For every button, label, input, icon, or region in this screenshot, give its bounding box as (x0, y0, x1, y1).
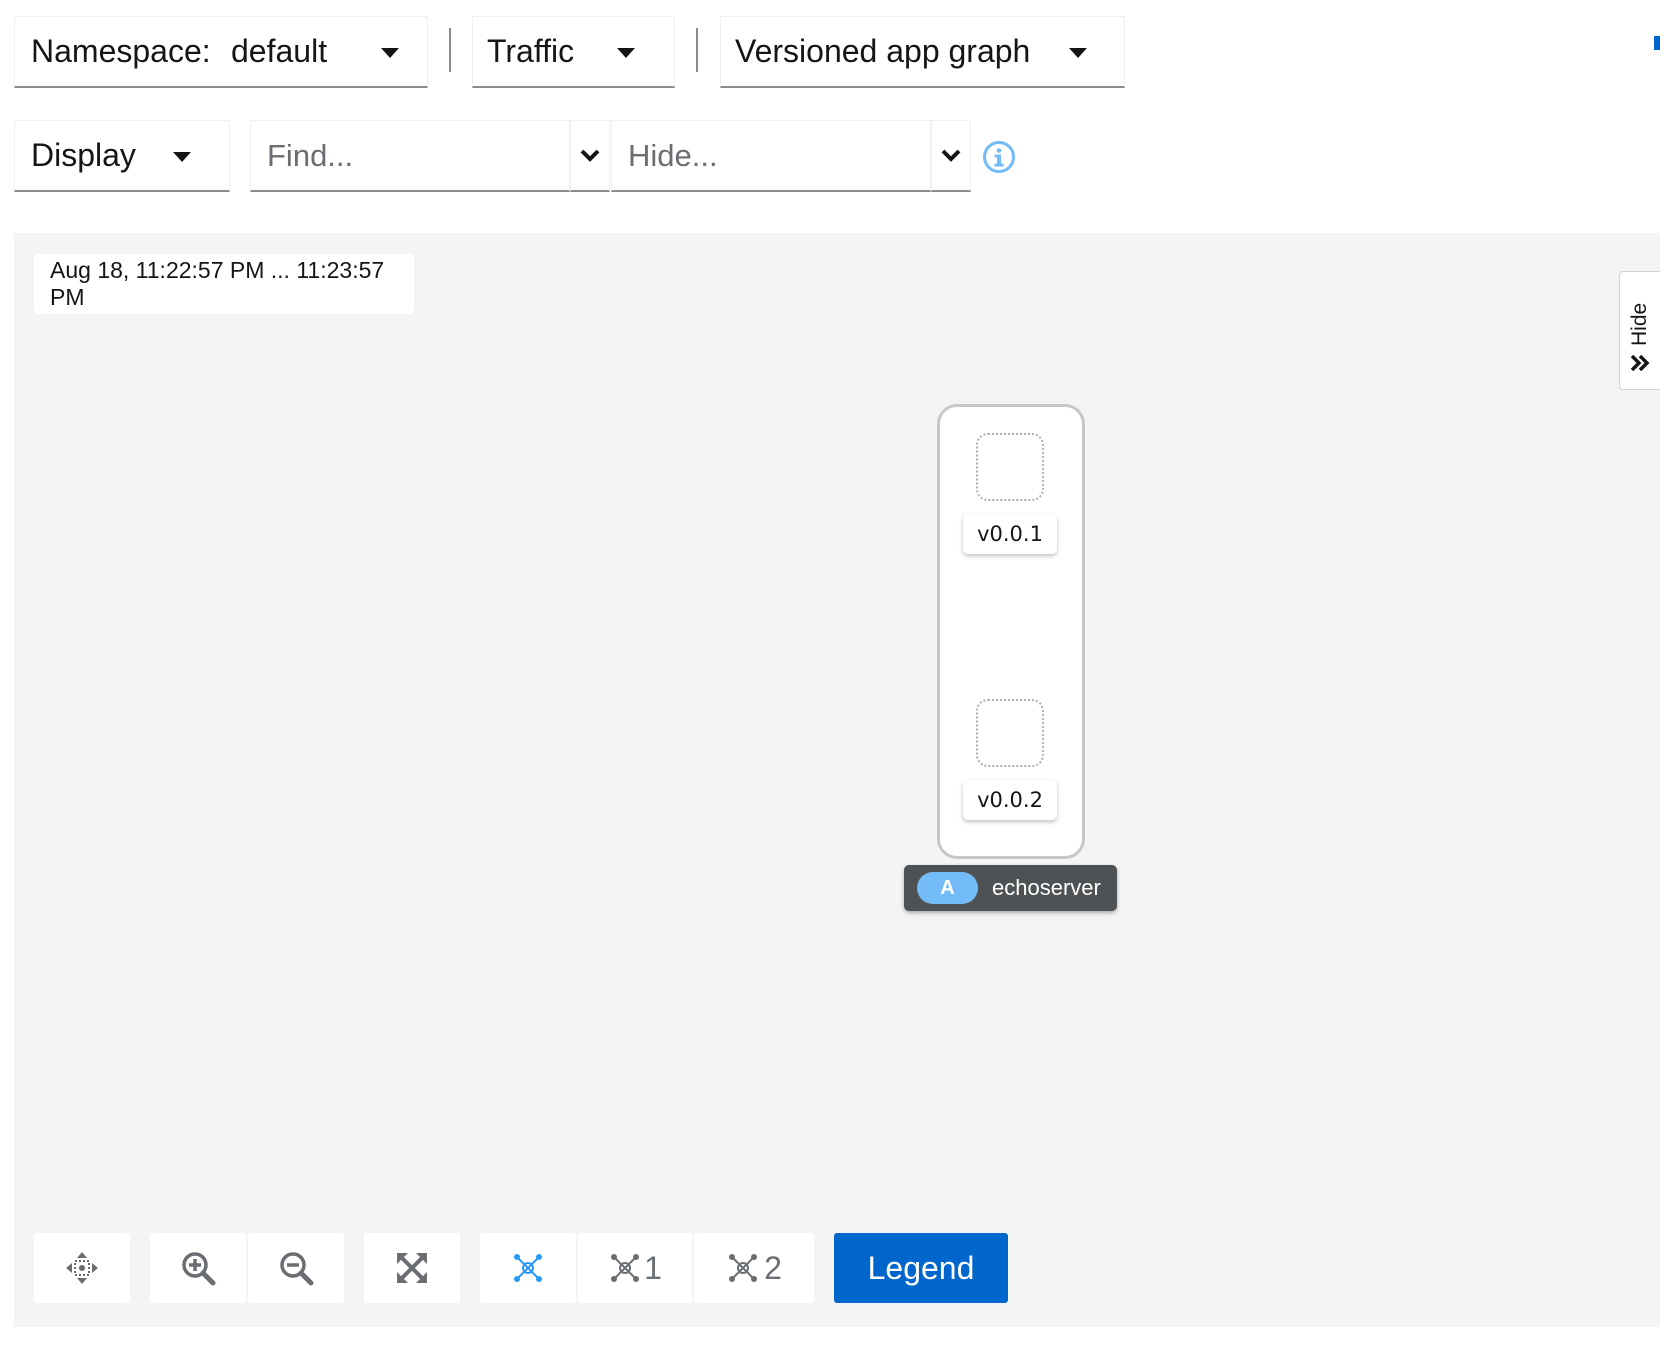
app-badge: A (917, 872, 978, 904)
caret-down-icon (1069, 48, 1087, 58)
version-node-label: v0.0.2 (963, 780, 1057, 820)
page-edge-marker (1654, 36, 1660, 50)
zoom-in-icon (182, 1252, 216, 1286)
app-name: echoserver (992, 875, 1101, 900)
zoom-out-button[interactable] (248, 1233, 344, 1303)
toolbar-separator (696, 28, 698, 72)
pan-button[interactable] (34, 1233, 130, 1303)
graph-canvas[interactable] (14, 233, 1660, 1327)
fit-to-screen-button[interactable] (364, 1233, 460, 1303)
legend-button[interactable]: Legend (834, 1233, 1008, 1303)
namespace-dropdown[interactable]: Namespace: default (14, 16, 428, 88)
layout-1-button[interactable]: 1 (578, 1233, 692, 1303)
version-node-v0.0.2[interactable] (976, 699, 1044, 767)
version-node-v0.0.1[interactable] (976, 433, 1044, 501)
info-icon[interactable] (982, 140, 1016, 174)
display-dropdown[interactable]: Display (14, 120, 230, 192)
topology-icon (729, 1254, 758, 1282)
graph-type-dropdown[interactable]: Versioned app graph (720, 16, 1125, 88)
side-panel-toggle-label: Hide (1628, 302, 1651, 346)
caret-down-icon (173, 152, 191, 162)
layout-default-button[interactable] (480, 1233, 576, 1303)
topology-icon (611, 1254, 640, 1282)
angle-double-right-icon (1630, 354, 1650, 372)
find-options-toggle[interactable] (570, 120, 610, 192)
caret-down-icon (617, 48, 635, 58)
layout-2-button[interactable]: 2 (694, 1233, 814, 1303)
layout-1-label: 1 (644, 1249, 662, 1286)
hide-input[interactable] (611, 120, 931, 192)
namespace-value: default (231, 33, 328, 69)
chevron-down-icon (941, 149, 961, 162)
topology-icon (514, 1254, 542, 1282)
caret-down-icon (381, 48, 399, 58)
side-panel-toggle[interactable]: Hide (1619, 271, 1660, 390)
time-range-label: Aug 18, 11:22:57 PM ... 11:23:57 PM (34, 254, 414, 314)
traffic-dropdown[interactable]: Traffic (472, 16, 675, 88)
namespace-label: Namespace: (31, 33, 211, 69)
expand-icon (397, 1253, 427, 1283)
hide-options-toggle[interactable] (931, 120, 971, 192)
display-label: Display (31, 137, 136, 173)
arrows-move-icon (66, 1252, 98, 1284)
graph-type-label: Versioned app graph (735, 33, 1031, 69)
traffic-label: Traffic (487, 33, 575, 69)
layout-2-label: 2 (764, 1249, 782, 1286)
zoom-in-button[interactable] (150, 1233, 246, 1303)
find-input[interactable] (250, 120, 570, 192)
chevron-down-icon (580, 149, 600, 162)
toolbar-separator (449, 28, 451, 72)
version-node-label: v0.0.1 (963, 514, 1057, 554)
app-box-label: A echoserver (904, 865, 1117, 911)
zoom-out-icon (280, 1252, 314, 1286)
